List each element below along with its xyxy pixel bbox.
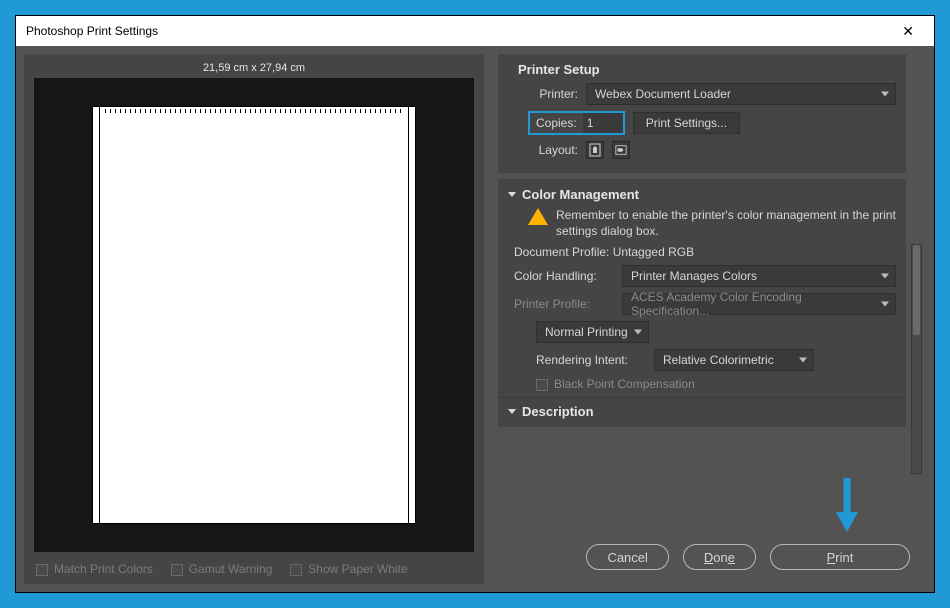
cancel-button[interactable]: Cancel xyxy=(586,544,668,570)
settings-panel: Printer Setup Printer: Webex Document Lo… xyxy=(492,54,926,584)
description-header[interactable]: Description xyxy=(508,404,896,419)
warning-icon xyxy=(528,208,548,225)
printer-profile-label: Printer Profile: xyxy=(514,297,614,311)
match-print-colors-checkbox[interactable]: Match Print Colors xyxy=(36,562,153,576)
layout-portrait-icon[interactable] xyxy=(586,141,604,159)
layout-label: Layout: xyxy=(528,143,578,157)
settings-scroll: Printer Setup Printer: Webex Document Lo… xyxy=(492,54,926,534)
copies-field[interactable]: Copies: xyxy=(528,111,625,135)
color-handling-label: Color Handling: xyxy=(514,269,614,283)
close-icon[interactable]: ✕ xyxy=(892,19,924,44)
print-button[interactable]: Print xyxy=(770,544,910,570)
printer-setup-title: Printer Setup xyxy=(508,62,896,77)
color-reminder: Remember to enable the printer's color m… xyxy=(556,208,896,239)
layout-landscape-icon[interactable] xyxy=(612,141,630,159)
preview-options: Match Print Colors Gamut Warning Show Pa… xyxy=(34,552,474,576)
printer-label: Printer: xyxy=(528,87,578,101)
printer-profile-select: ACES Academy Color Encoding Specificatio… xyxy=(622,293,896,315)
paper-preview xyxy=(92,106,416,524)
chevron-down-icon xyxy=(508,409,516,414)
printer-select[interactable]: Webex Document Loader xyxy=(586,83,896,105)
preview-area xyxy=(34,78,474,552)
rendering-intent-label: Rendering Intent: xyxy=(536,353,646,367)
dialog-footer: Cancel Done Print xyxy=(492,534,926,584)
document-profile: Document Profile: Untagged RGB xyxy=(508,245,896,259)
scrollbar[interactable] xyxy=(911,244,922,474)
gamut-warning-checkbox[interactable]: Gamut Warning xyxy=(171,562,273,576)
copies-input[interactable] xyxy=(583,113,623,133)
color-management-section: Color Management Remember to enable the … xyxy=(498,179,906,427)
chevron-down-icon xyxy=(508,192,516,197)
show-paper-white-checkbox[interactable]: Show Paper White xyxy=(290,562,407,576)
rendering-intent-select[interactable]: Relative Colorimetric xyxy=(654,349,814,371)
black-point-checkbox: Black Point Compensation xyxy=(536,377,695,391)
preview-panel: 21,59 cm x 27,94 cm Match Print Colors G… xyxy=(24,54,484,584)
annotation-arrow-icon xyxy=(832,476,862,536)
window-title: Photoshop Print Settings xyxy=(26,24,158,38)
printer-setup-section: Printer Setup Printer: Webex Document Lo… xyxy=(498,54,906,173)
scrollbar-thumb[interactable] xyxy=(913,245,920,335)
print-settings-button[interactable]: Print Settings... xyxy=(633,112,740,134)
printing-mode-select[interactable]: Normal Printing xyxy=(536,321,649,343)
color-handling-select[interactable]: Printer Manages Colors xyxy=(622,265,896,287)
titlebar: Photoshop Print Settings ✕ xyxy=(16,16,934,46)
done-button[interactable]: Done xyxy=(683,544,756,570)
dialog-body: 21,59 cm x 27,94 cm Match Print Colors G… xyxy=(16,46,934,592)
color-management-header[interactable]: Color Management xyxy=(508,187,896,202)
preview-dimensions: 21,59 cm x 27,94 cm xyxy=(34,62,474,78)
print-settings-dialog: Photoshop Print Settings ✕ 21,59 cm x 27… xyxy=(15,15,935,593)
